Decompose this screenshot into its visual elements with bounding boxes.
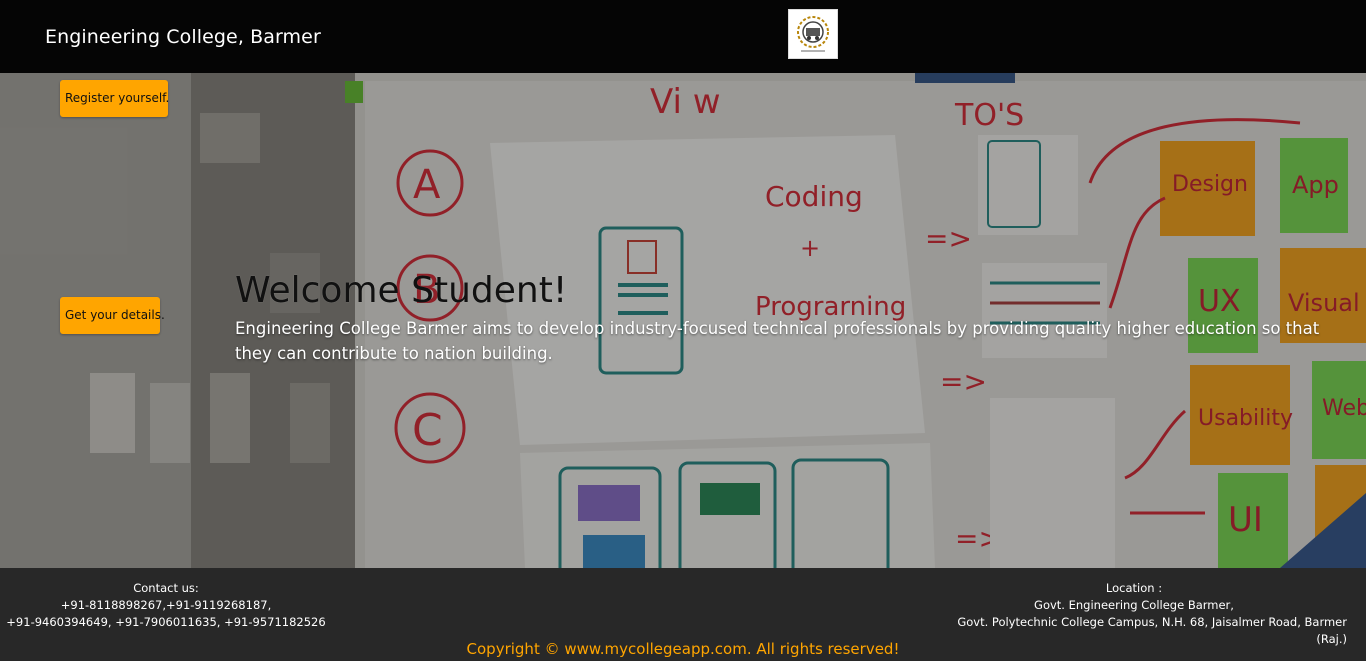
contact-phones-line1: +91-8118898267,+91-9119268187, xyxy=(60,598,272,612)
contact-title: Contact us: xyxy=(133,581,199,595)
top-header: Engineering College, Barmer xyxy=(0,0,1366,73)
register-button[interactable]: Register yourself. xyxy=(60,80,169,117)
page-footer: Contact us: +91-8118898267,+91-911926818… xyxy=(0,568,1366,661)
get-details-button[interactable]: Get your details. xyxy=(60,297,165,334)
location-block: Location : Govt. Engineering College Bar… xyxy=(924,580,1347,648)
welcome-section: Welcome Student! Engineering College Bar… xyxy=(235,270,1335,366)
welcome-heading: Welcome Student! xyxy=(235,270,568,311)
location-line1: Govt. Engineering College Barmer, xyxy=(1034,598,1234,612)
welcome-description: Engineering College Barmer aims to devel… xyxy=(235,319,1320,363)
left-sidebar: Register yourself. Get your details. xyxy=(0,73,191,568)
contact-block: Contact us: +91-8118898267,+91-911926818… xyxy=(0,580,332,631)
college-emblem-icon[interactable] xyxy=(788,9,838,59)
copyright-text: Copyright © www.mycollegeapp.com. All ri… xyxy=(466,640,900,658)
brand-title[interactable]: Engineering College, Barmer xyxy=(45,26,321,48)
contact-phones-line2: +91-9460394649, +91-7906011635, +91-9571… xyxy=(6,615,326,629)
location-title: Location : xyxy=(1105,581,1163,595)
